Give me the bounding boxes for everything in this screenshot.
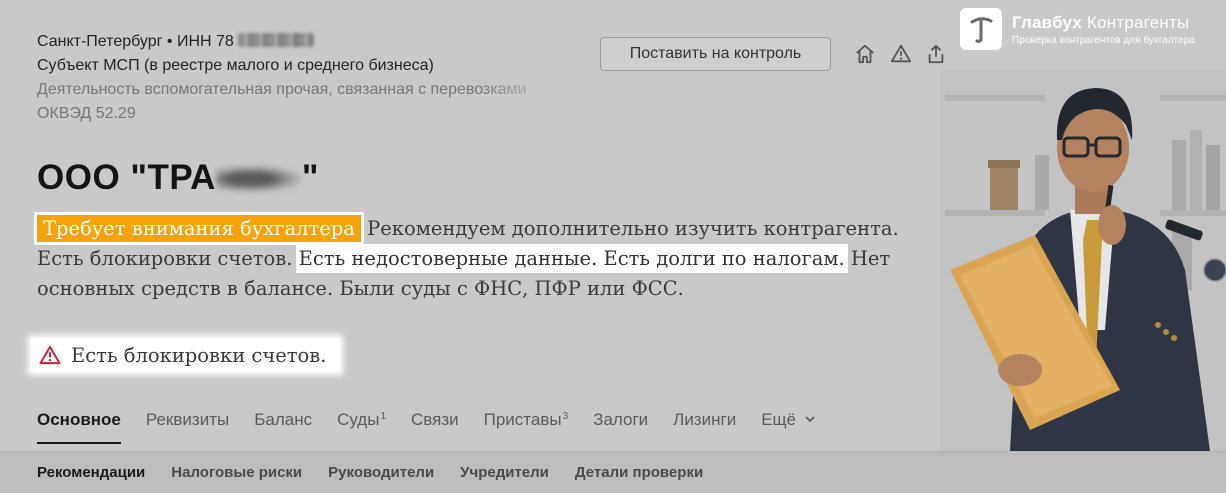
subtab-check-details[interactable]: Детали проверки (575, 464, 703, 481)
brand-logo: Главбух Контрагенты Проверка контрагенто… (960, 8, 1195, 50)
inn-blur (237, 33, 314, 47)
location-line: Санкт-Петербург • ИНН 78 (37, 30, 559, 54)
glavbuh-logo-icon (960, 8, 1002, 50)
company-meta: Санкт-Петербург • ИНН 78 Субъект МСП (в … (37, 30, 559, 126)
main-tabs: Основное Реквизиты Баланс Суды1 Связи Пр… (37, 410, 816, 444)
tab-main[interactable]: Основное (37, 410, 121, 444)
alert-text: Есть блокировки счетов. (71, 343, 327, 367)
courts-count: 1 (380, 411, 386, 422)
home-icon[interactable] (854, 43, 876, 65)
warning-icon[interactable] (890, 43, 912, 65)
tab-pledges[interactable]: Залоги (593, 410, 648, 444)
summary-highlight: Есть недостоверные данные. Есть долги по… (298, 247, 845, 270)
tab-balance[interactable]: Баланс (254, 410, 312, 444)
activity-line: Деятельность вспомогательная прочая, свя… (37, 81, 527, 98)
monitor-button[interactable]: Поставить на контроль (600, 37, 831, 71)
bailiffs-count: 3 (562, 411, 569, 422)
subtab-tax-risks[interactable]: Налоговые риски (171, 464, 302, 481)
risk-summary: Требует внимания бухгалтера Рекомендуем … (37, 214, 917, 304)
subtab-founders[interactable]: Учредители (460, 464, 549, 481)
tab-courts[interactable]: Суды1 (337, 410, 386, 444)
company-name: ООО "ТРА " (37, 158, 320, 197)
page: Санкт-Петербург • ИНН 78 Субъект МСП (в … (0, 0, 1226, 493)
chevron-down-icon (805, 416, 815, 423)
sub-tabs: Рекомендации Налоговые риски Руководител… (37, 464, 703, 481)
okved-line: ОКВЭД 52.29 (37, 105, 136, 122)
sme-line: Субъект МСП (в реестре малого и среднего… (37, 57, 434, 74)
alert-triangle-icon (39, 345, 61, 365)
tab-bailiffs[interactable]: Приставы3 (484, 410, 569, 444)
subtab-managers[interactable]: Руководители (328, 464, 434, 481)
tab-links[interactable]: Связи (411, 410, 459, 444)
tab-leasing[interactable]: Лизинги (673, 410, 736, 444)
accountant-illustration (940, 70, 1226, 451)
brand-subtitle: Проверка контрагентов для бухгалтера (1012, 34, 1195, 46)
name-blur (215, 166, 302, 192)
tab-more[interactable]: Ещё (761, 410, 816, 444)
share-icon[interactable] (925, 43, 947, 65)
subtab-recommendations[interactable]: Рекомендации (37, 464, 145, 481)
tab-requisites[interactable]: Реквизиты (146, 410, 229, 444)
brand-title: Главбух Контрагенты (1012, 12, 1190, 32)
attention-badge: Требует внимания бухгалтера (37, 215, 361, 242)
account-block-alert[interactable]: Есть блокировки счетов. (31, 338, 341, 372)
